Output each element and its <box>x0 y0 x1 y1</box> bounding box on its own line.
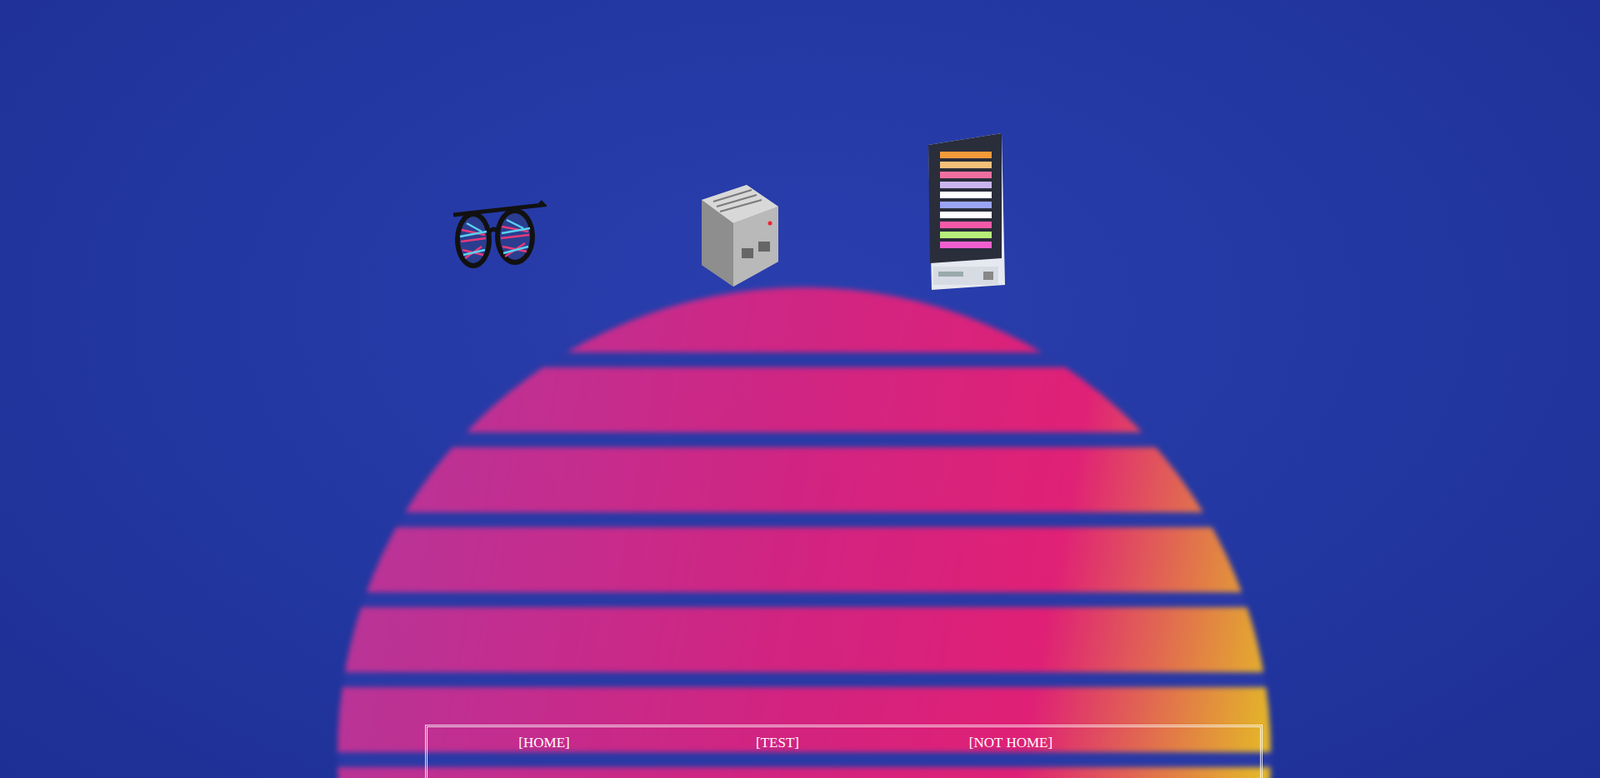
sun-backdrop <box>337 287 1271 778</box>
printer-link[interactable] <box>546 168 782 290</box>
nav-link[interactable]: [NOT HOME] <box>894 734 1128 753</box>
computer-link[interactable] <box>781 133 1007 290</box>
glasses-icon <box>450 198 547 274</box>
icon-row <box>0 0 1600 290</box>
page-stage: [HOME][TEST][NOT HOME] <box>0 0 1600 778</box>
nav-link[interactable]: [TEST] <box>660 734 895 753</box>
printer-icon <box>696 168 782 290</box>
nav-bar: [HOME][TEST][NOT HOME] <box>425 725 1263 778</box>
computer-icon <box>925 133 1007 290</box>
nav-link[interactable]: [HOME] <box>427 734 661 753</box>
glasses-link[interactable] <box>450 198 547 290</box>
